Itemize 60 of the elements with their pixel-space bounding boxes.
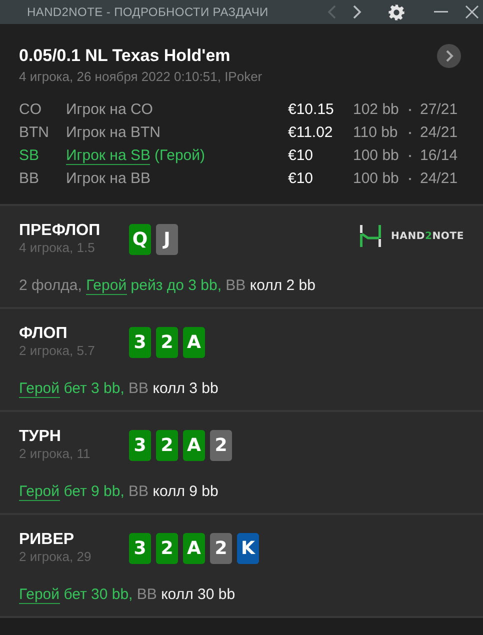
player-stats: 27/21 [420,101,459,118]
hero-link[interactable]: Герой [19,586,60,604]
playing-card: A [183,327,205,358]
player-stats: 24/21 [420,124,459,141]
minimize-icon[interactable] [434,11,448,13]
playing-card: K [237,533,259,564]
street-info: 2 игрока, 11 [19,446,92,461]
playing-card: 2 [156,533,178,564]
playing-card: 2 [156,327,178,358]
street-name: ПРЕФЛОП [19,222,102,240]
window-title: HAND2NOTE - ПОДРОБНОСТИ РАЗДАЧИ [27,5,268,19]
hero-link[interactable]: Герой [19,380,60,398]
playing-card: A [183,533,205,564]
next-hand-icon[interactable] [437,44,461,68]
playing-card: J [156,224,178,255]
hero-tag: (Герой) [154,146,205,164]
street-info: 2 игрока, 29 [19,549,92,564]
player-name: Игрок на BTN [66,124,160,141]
logo-text: HAND2NOTE [391,230,464,242]
player-stats: 24/21 [420,170,459,187]
playing-card: 2 [156,430,178,461]
close-icon[interactable] [465,5,479,19]
player-stack: €10 [288,170,314,187]
player-bb: 110 bb [353,124,399,141]
player-stack: €10.15 [288,101,335,118]
action-line: Герой бет 30 bb, BB колл 30 bb [19,586,236,603]
street-info: 2 игрока, 5.7 [19,343,96,358]
hero-link[interactable]: Герой [19,483,60,501]
street-name: ТУРН [19,428,62,446]
hero-link[interactable]: Герой [86,277,127,295]
player-name: Игрок на CO [66,101,153,118]
playing-card: 3 [129,430,151,461]
action-line: 2 фолда, Герой рейз до 3 bb, BB колл 2 bb [19,277,316,294]
hand-subtitle: 4 игрока, 26 ноября 2022 0:10:51, IPoker [19,69,264,84]
settings-icon[interactable] [388,4,405,20]
player-stats: 16/14 [420,147,459,164]
player-position: BB [19,170,40,187]
playing-card: A [183,430,205,461]
street-info: 4 игрока, 1.5 [19,240,96,255]
player-position: BTN [19,124,50,141]
street-name: ФЛОП [19,325,68,343]
playing-card: 2 [210,430,232,461]
playing-card: 2 [210,533,232,564]
hero-player-link[interactable]: Игрок на SB [66,146,150,164]
playing-card: Q [129,224,151,255]
player-stack: €10 [288,147,314,164]
action-line: Герой бет 9 bb, BB колл 9 bb [19,483,220,500]
player-position: CO [19,101,42,118]
player-stack: €11.02 [288,124,334,141]
player-bb: 102 bb [353,101,400,118]
action-line: Герой бет 3 bb, BB колл 3 bb [19,380,220,397]
playing-card: 3 [129,533,151,564]
player-name: Игрок на BB [66,170,150,187]
player-bb: 100 bb [353,170,400,187]
street-name: РИВЕР [19,531,76,549]
playing-card: 3 [129,327,151,358]
player-position: SB [19,147,40,164]
player-bb: 100 bb [353,147,400,164]
hand-title: 0.05/0.1 NL Texas Hold'em [19,46,230,66]
forward-icon[interactable] [353,5,362,19]
